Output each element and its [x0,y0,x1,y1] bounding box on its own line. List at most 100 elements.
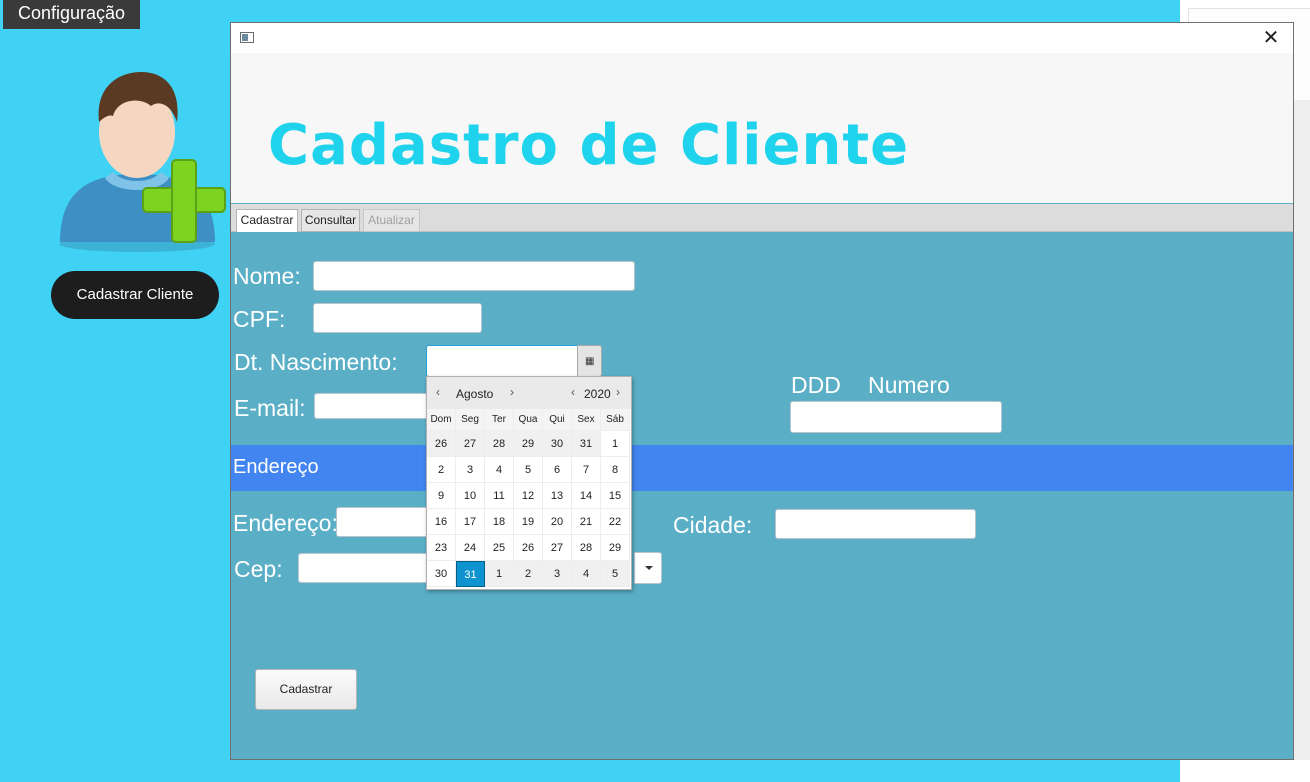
cpf-label: CPF: [233,306,286,332]
numero-label: Numero [868,372,950,398]
day-cell[interactable]: 15 [601,483,630,509]
weekday-label: Dom [427,409,456,431]
day-cell[interactable]: 28 [485,431,514,457]
next-year-icon[interactable]: › [616,385,620,399]
day-cell[interactable]: 7 [572,457,601,483]
day-cell[interactable]: 2 [427,457,456,483]
day-cell[interactable]: 11 [485,483,514,509]
week-row: 2 3 4 5 6 7 8 [427,457,631,483]
next-month-icon[interactable]: › [510,385,514,399]
week-row: 26 27 28 29 30 31 1 [427,431,631,457]
day-cell[interactable]: 27 [543,535,572,561]
birthdate-input[interactable] [426,345,578,377]
cep-select[interactable] [298,553,430,583]
day-cell-selected[interactable]: 31 [456,561,485,587]
address-section-header: Endereço [231,445,1293,491]
tab-cadastrar[interactable]: Cadastrar [236,209,298,232]
tab-bar: Cadastrar Consultar Atualizar [231,204,1293,232]
day-cell[interactable]: 20 [543,509,572,535]
section-title: Endereço [233,456,319,478]
window-titlebar: ✕ [231,23,1293,53]
day-cell[interactable]: 28 [572,535,601,561]
day-cell[interactable]: 14 [572,483,601,509]
cidade-input[interactable] [775,509,976,539]
previous-month-icon[interactable]: ‹ [436,385,440,399]
header-banner: Cadastro de Cliente [231,53,1293,203]
day-cell[interactable]: 27 [456,431,485,457]
day-cell[interactable]: 5 [601,561,630,587]
close-icon[interactable]: ✕ [1259,26,1283,50]
cep-label: Cep: [234,556,283,582]
day-cell[interactable]: 4 [485,457,514,483]
day-cell[interactable]: 3 [456,457,485,483]
day-cell[interactable]: 1 [485,561,514,587]
day-cell[interactable]: 6 [543,457,572,483]
register-client-button[interactable]: Cadastrar Cliente [51,271,219,319]
previous-year-icon[interactable]: ‹ [571,385,575,399]
window-app-icon [240,32,254,43]
tab-consultar[interactable]: Consultar [301,209,360,232]
tab-atualizar: Atualizar [363,209,420,232]
endereco-input[interactable] [336,507,431,537]
cadastrar-button[interactable]: Cadastrar [255,669,357,710]
nascimento-label: Dt. Nascimento: [234,349,398,375]
date-picker-popup: ‹ Agosto › ‹ 2020 › Dom Seg Ter Qua Qui … [426,376,632,590]
day-cell[interactable]: 29 [601,535,630,561]
day-cell[interactable]: 30 [543,431,572,457]
day-cell[interactable]: 21 [572,509,601,535]
day-cell[interactable]: 25 [485,535,514,561]
day-cell[interactable]: 1 [601,431,630,457]
week-row: 30 31 1 2 3 4 5 [427,561,631,587]
nome-label: Nome: [233,263,301,289]
year-label: 2020 [584,387,611,401]
email-label: E-mail: [234,395,306,421]
day-cell[interactable]: 12 [514,483,543,509]
week-row: 9 10 11 12 13 14 15 [427,483,631,509]
page-title: Cadastro de Cliente [268,113,910,178]
month-label: Agosto [456,387,494,401]
weekday-label: Sex [572,409,601,431]
weekday-header-row: Dom Seg Ter Qua Qui Sex Sáb [427,409,631,431]
weekday-label: Seg [456,409,485,431]
background-scrollbar [1292,100,1310,760]
week-row: 23 24 25 26 27 28 29 [427,535,631,561]
day-cell[interactable]: 4 [572,561,601,587]
day-cell[interactable]: 16 [427,509,456,535]
calendar-icon: ▦ [585,356,595,367]
day-cell[interactable]: 29 [514,431,543,457]
date-picker-header: ‹ Agosto › ‹ 2020 › [427,377,631,409]
client-registration-dialog: ✕ Cadastro de Cliente Cadastrar Consulta… [230,22,1294,760]
day-cell[interactable]: 2 [514,561,543,587]
day-cell[interactable]: 8 [601,457,630,483]
day-cell[interactable]: 23 [427,535,456,561]
day-cell[interactable]: 9 [427,483,456,509]
day-cell[interactable]: 22 [601,509,630,535]
day-cell[interactable]: 19 [514,509,543,535]
day-cell[interactable]: 13 [543,483,572,509]
day-cell[interactable]: 26 [427,431,456,457]
cidade-label: Cidade: [673,512,753,538]
day-cell[interactable]: 30 [427,561,456,587]
day-cell[interactable]: 3 [543,561,572,587]
ddd-label: DDD [791,372,841,398]
day-cell[interactable]: 24 [456,535,485,561]
endereco-label: Endereço: [233,510,338,536]
email-input[interactable] [314,393,428,419]
weekday-label: Ter [485,409,514,431]
day-cell[interactable]: 31 [572,431,601,457]
chevron-down-icon[interactable] [634,552,662,584]
weekday-label: Sáb [601,409,630,431]
day-cell[interactable]: 17 [456,509,485,535]
day-cell[interactable]: 5 [514,457,543,483]
day-cell[interactable]: 26 [514,535,543,561]
cpf-input[interactable] [313,303,482,333]
calendar-button[interactable]: ▦ [577,345,602,377]
configuration-button[interactable]: Configuração [3,0,140,29]
nome-input[interactable] [313,261,635,291]
calendar-grid: Dom Seg Ter Qua Qui Sex Sáb 26 27 28 29 … [427,409,631,587]
phone-input[interactable] [790,401,1002,433]
weekday-label: Qua [514,409,543,431]
day-cell[interactable]: 10 [456,483,485,509]
day-cell[interactable]: 18 [485,509,514,535]
weekday-label: Qui [543,409,572,431]
